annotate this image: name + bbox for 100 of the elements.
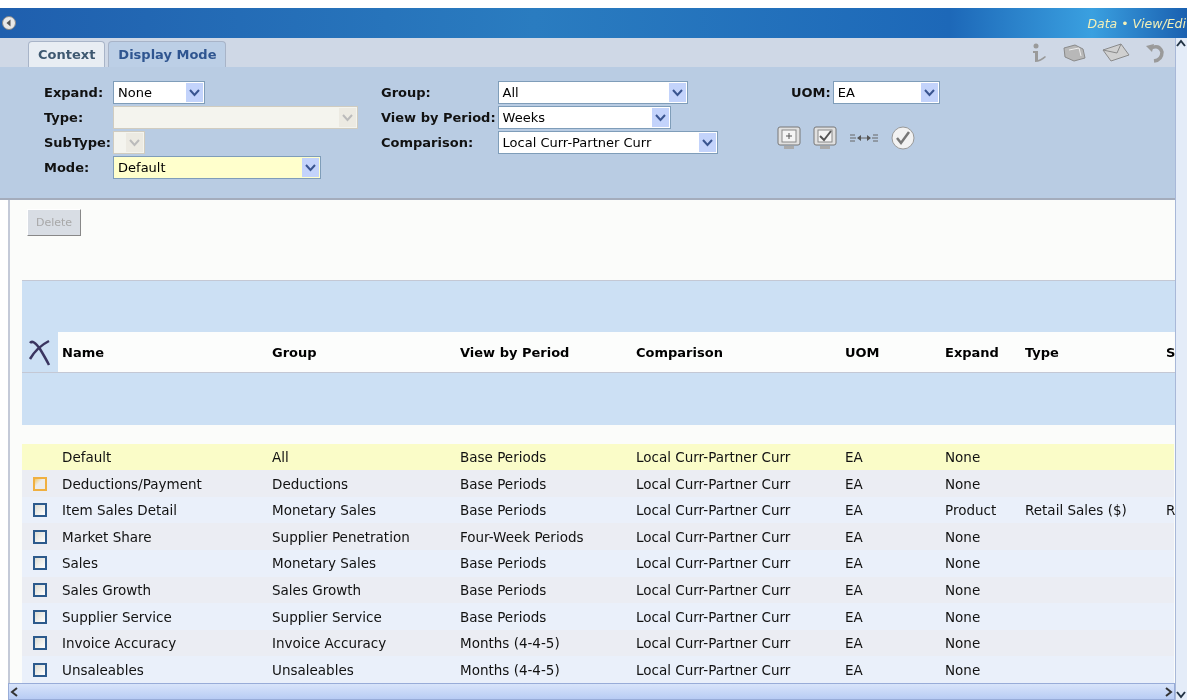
table-cell-text: None <box>944 474 982 494</box>
row-checkbox[interactable] <box>33 529 47 544</box>
table-cell-text: Supplier Service <box>61 607 173 627</box>
table-cell-text: Local Curr-Partner Curr <box>635 474 792 494</box>
table-cell-text: Deductions/Payment <box>61 474 203 494</box>
table-cell-text: Months (4-4-5) <box>459 634 561 654</box>
row-checkbox[interactable] <box>33 582 47 597</box>
breadcrumb: Data • View/Edi <box>1087 15 1186 31</box>
field-label: UOM: <box>791 84 831 102</box>
table-cell-text: Invoice Accuracy <box>271 634 388 654</box>
row-checkbox[interactable] <box>33 662 47 677</box>
dropdown[interactable]: Default <box>113 156 322 179</box>
table-cell-text: EA <box>844 607 864 627</box>
table-cell-text: Unsaleables <box>61 660 145 680</box>
caret-icon <box>920 83 938 102</box>
column-header[interactable]: UOM <box>841 332 941 373</box>
table-cell-text: All <box>271 447 290 467</box>
table-cell-text: Local Curr-Partner Curr <box>635 527 792 547</box>
table-cell-text: None <box>944 634 982 654</box>
dropdown[interactable]: Local Curr-Partner Curr <box>497 131 718 154</box>
table-cell-text: Item Sales Detail <box>61 501 178 521</box>
field-label: View by Period: <box>381 109 496 127</box>
table-cell-text: Monetary Sales <box>271 501 378 521</box>
table-cell-text: Product <box>944 501 998 521</box>
table-cell-text: None <box>944 554 982 574</box>
horizontal-scrollbar[interactable] <box>8 683 1175 700</box>
field-label: Mode: <box>44 159 91 177</box>
caret-icon <box>651 108 669 127</box>
table-cell-text: EA <box>844 554 864 574</box>
table-cell-text: Supplier Penetration <box>271 527 411 547</box>
vertical-scrollbar[interactable] <box>1175 38 1187 700</box>
table-row[interactable]: Invoice Accuracy Invoice Accuracy Months (4-4-5) Local Curr-Partner Curr EA None <box>22 629 1174 657</box>
table-cell-text: Base Periods <box>459 447 548 467</box>
row-checkbox[interactable] <box>33 476 47 491</box>
table-cell-text: Market Share <box>61 527 153 547</box>
back-icon[interactable] <box>2 16 16 30</box>
tab[interactable]: Context <box>28 41 106 67</box>
column-header[interactable]: View by Period <box>456 332 632 373</box>
caret-icon <box>698 133 716 152</box>
double-arrow-icon[interactable] <box>849 132 879 144</box>
column-header[interactable]: Comparison <box>632 332 841 373</box>
table-cell-text: EA <box>844 660 864 680</box>
table-cell-text: Sales Growth <box>61 580 153 600</box>
monitor-icon[interactable] <box>777 126 801 150</box>
table-cell-text: Retail Sales ($) <box>1024 501 1128 521</box>
monitor-check-icon[interactable] <box>813 126 837 150</box>
table-cell-text: R <box>1165 501 1174 521</box>
row-checkbox[interactable] <box>33 556 47 571</box>
table-cell-text: Four-Week Periods <box>459 527 585 547</box>
table-row[interactable]: Item Sales Detail Monetary Sales Base Periods Local Curr-Partner Curr EA Product Retail Sales ($) R <box>22 496 1174 524</box>
table-row[interactable]: Default All Base Periods Local Curr-Partner Curr EA None <box>22 443 1174 471</box>
row-checkbox[interactable] <box>33 609 47 624</box>
table-cell-text: EA <box>844 474 864 494</box>
table-cell-text: Supplier Service <box>271 607 383 627</box>
table-cell-text: None <box>944 660 982 680</box>
table-cell-text: Local Curr-Partner Curr <box>635 607 792 627</box>
field-label: Comparison: <box>381 134 475 152</box>
table-cell-text: Local Curr-Partner Curr <box>635 447 792 467</box>
table-cell-text: Months (4-4-5) <box>459 660 561 680</box>
table-cell-text: None <box>944 447 982 467</box>
table-cell-text: Sales Growth <box>271 580 363 600</box>
field-label: Group: <box>381 84 432 102</box>
column-header[interactable]: Type <box>1021 332 1162 373</box>
check-circle-icon[interactable] <box>891 126 915 150</box>
table-cell-text: Local Curr-Partner Curr <box>635 634 792 654</box>
dropdown[interactable]: None <box>113 81 206 104</box>
dropdown[interactable]: Weeks <box>497 106 671 129</box>
column-header[interactable]: Group <box>268 332 456 373</box>
table-cell-text: None <box>944 580 982 600</box>
table-cell-text: Sales <box>61 554 99 574</box>
table-row[interactable]: Supplier Service Supplier Service Base Periods Local Curr-Partner Curr EA None <box>22 603 1174 630</box>
table-row[interactable]: Sales Monetary Sales Base Periods Local Curr-Partner Curr EA None <box>22 550 1174 577</box>
table-cell-text: Local Curr-Partner Curr <box>635 501 792 521</box>
dropdown[interactable]: EA <box>832 81 940 104</box>
caret-icon <box>186 83 204 102</box>
column-header[interactable]: Name <box>58 332 268 373</box>
table-cell-text: Local Curr-Partner Curr <box>635 580 792 600</box>
row-checkbox[interactable] <box>33 503 47 518</box>
table-cell-text: EA <box>844 634 864 654</box>
table-row[interactable]: Sales Growth Sales Growth Base Periods Local Curr-Partner Curr EA None <box>22 576 1174 604</box>
table-cell-text: None <box>944 527 982 547</box>
caret-icon <box>126 133 144 152</box>
caret-icon <box>668 83 686 102</box>
field-label: SubType: <box>44 134 112 152</box>
table-cell-text: Deductions <box>271 474 350 494</box>
table-row[interactable]: Unsaleables Unsaleables Months (4-4-5) Local Curr-Partner Curr EA None <box>22 656 1174 683</box>
field-label: Type: <box>44 109 85 127</box>
column-header[interactable]: Expand <box>941 332 1021 373</box>
dropdown[interactable]: All <box>497 81 688 104</box>
table-cell-text: EA <box>844 527 864 547</box>
column-header[interactable]: S <box>1162 332 1174 373</box>
table-row[interactable]: Deductions/Payment Deductions Base Periods Local Curr-Partner Curr EA None <box>22 470 1174 497</box>
table-row[interactable]: Market Share Supplier Penetration Four-Week Periods Local Curr-Partner Curr EA None <box>22 523 1174 551</box>
table-cell-text: Unsaleables <box>271 660 355 680</box>
tab[interactable]: Display Mode <box>108 41 227 67</box>
table-cell-text: EA <box>844 447 864 467</box>
table-cell-text: Base Periods <box>459 474 548 494</box>
row-checkbox[interactable] <box>33 636 47 651</box>
table-cell-text: Default <box>61 447 113 467</box>
table-cell-text: Invoice Accuracy <box>61 634 178 654</box>
